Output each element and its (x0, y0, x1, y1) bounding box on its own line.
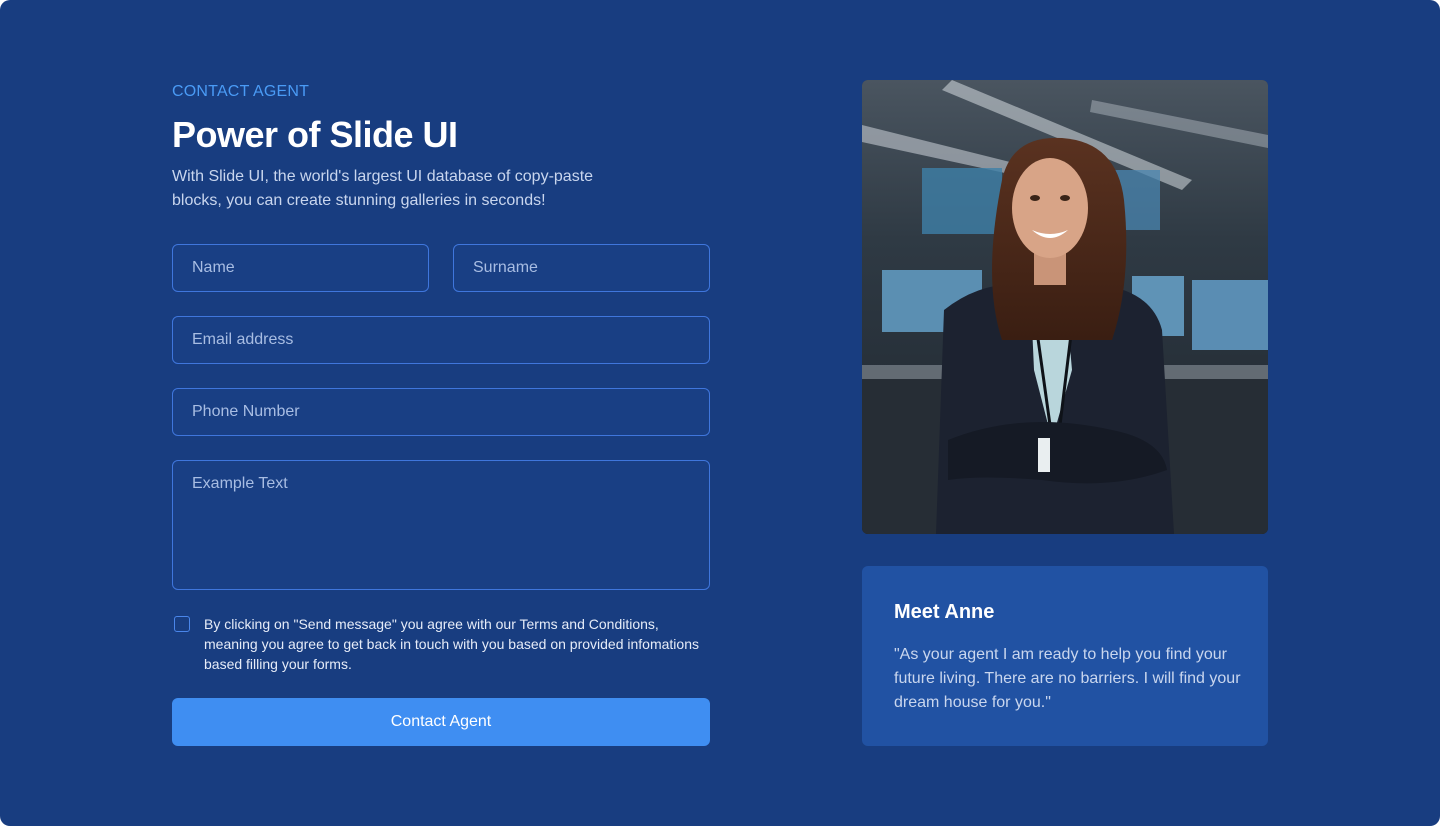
contact-agent-section: CONTACT AGENT Power of Slide UI With Sli… (0, 0, 1440, 826)
agent-photo-illustration (862, 80, 1268, 534)
contact-agent-button-label: Contact Agent (390, 713, 492, 730)
contact-agent-button[interactable]: Contact Agent (172, 698, 710, 746)
terms-text: By clicking on "Send message" you agree … (204, 616, 699, 672)
surname-input[interactable]: Surname (453, 244, 710, 292)
name-input[interactable]: Name (172, 244, 429, 292)
page-title: Power of Slide UI (172, 114, 458, 155)
agent-card-quote: "As your agent I am ready to help you fi… (894, 646, 1241, 711)
agent-card: Meet Anne "As your agent I am ready to h… (862, 566, 1268, 746)
page-description: With Slide UI, the world's largest UI da… (172, 168, 594, 209)
section-eyebrow: CONTACT AGENT (172, 83, 310, 100)
phone-input[interactable]: Phone Number (172, 388, 710, 436)
terms-checkbox[interactable] (174, 616, 190, 632)
surname-placeholder: Surname (473, 259, 538, 276)
message-textarea[interactable]: Example Text (172, 460, 710, 590)
name-placeholder: Name (192, 259, 235, 276)
email-placeholder: Email address (192, 331, 294, 348)
agent-photo (862, 80, 1268, 534)
phone-placeholder: Phone Number (192, 403, 300, 420)
email-input[interactable]: Email address (172, 316, 710, 364)
agent-card-title: Meet Anne (894, 601, 995, 623)
message-placeholder: Example Text (192, 475, 288, 492)
